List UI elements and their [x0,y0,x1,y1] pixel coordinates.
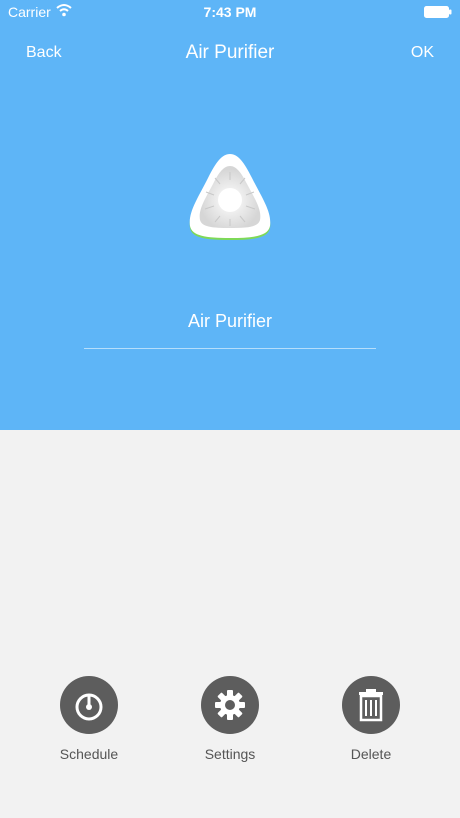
settings-label: Settings [204,746,256,762]
delete-button[interactable]: Delete [311,676,431,762]
status-bar: Carrier 7:43 PM [0,0,460,24]
clock-icon [75,693,103,721]
screen: Carrier 7:43 PM Back Air Purifier OK Air… [0,0,460,818]
nav-bar: Back Air Purifier OK [0,36,460,74]
air-purifier-icon [189,154,271,240]
schedule-button[interactable]: Schedule [29,676,149,762]
status-time: 7:43 PM [203,4,257,20]
delete-circle [342,676,400,734]
action-bar: Schedule Settings Delete [0,676,460,776]
hero-panel: Carrier 7:43 PM Back Air Purifier OK Air… [0,0,460,430]
gear-icon [215,690,245,720]
settings-button[interactable]: Settings [170,676,290,762]
device-name-field[interactable]: Air Purifier [84,306,376,349]
battery-icon [424,6,452,18]
trash-icon [359,689,383,722]
ok-button[interactable]: OK [411,44,434,62]
page-title: Air Purifier [185,42,275,63]
schedule-circle [60,676,118,734]
settings-circle [201,676,259,734]
delete-label: Delete [350,746,392,762]
schedule-label: Schedule [59,746,119,762]
